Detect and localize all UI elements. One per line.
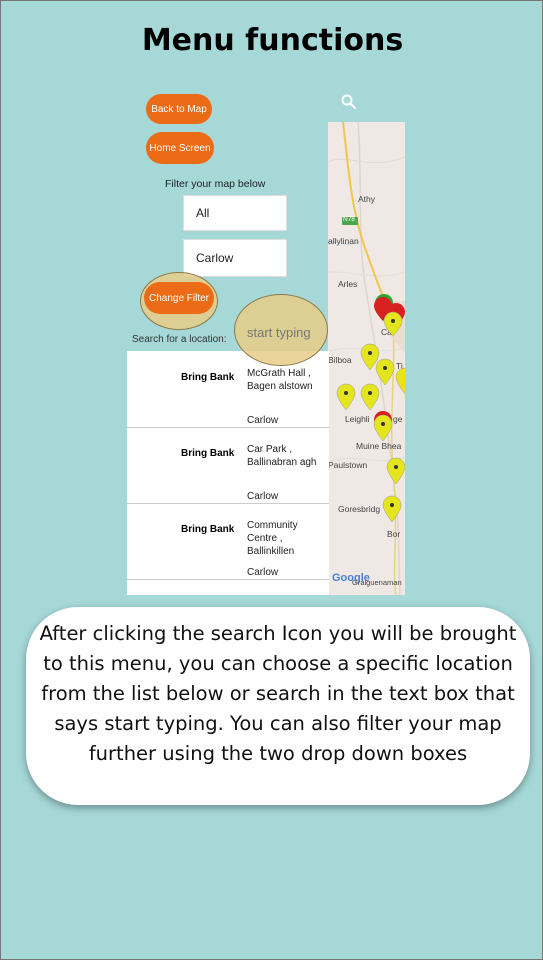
results-list[interactable]: Bring Bank McGrath Hall , Bagen alstown … xyxy=(127,351,329,595)
back-to-map-button[interactable]: Back to Map xyxy=(146,94,212,124)
filter-county-dropdown[interactable]: Carlow xyxy=(183,239,287,277)
result-county: Carlow xyxy=(247,415,279,426)
map-markers xyxy=(336,294,405,523)
map-view[interactable]: Athy N78 allylinan Arles Ca Bilboa Ti Le… xyxy=(328,122,405,595)
filter-label: Filter your map below xyxy=(165,178,266,190)
result-county: Carlow xyxy=(247,491,279,502)
caption-text: After clicking the search Icon you will … xyxy=(39,622,517,765)
change-filter-button[interactable]: Change Filter xyxy=(144,282,214,314)
list-item[interactable]: Bring Bank Car Park , Ballinabran agh Ca… xyxy=(127,427,329,504)
filter-county-value: Carlow xyxy=(196,251,234,265)
search-location-label: Search for a location: xyxy=(132,334,227,345)
filter-all-dropdown[interactable]: All xyxy=(183,195,287,231)
search-input[interactable]: start typing xyxy=(247,325,311,340)
result-address: McGrath Hall , Bagen alstown xyxy=(247,368,313,392)
list-item[interactable]: Bring Bank Community Centre , Ballinkill… xyxy=(127,503,329,580)
home-screen-button[interactable]: Home Screen xyxy=(146,132,214,164)
result-county: Carlow xyxy=(247,567,279,578)
result-address: Community Centre , Ballinkillen xyxy=(247,520,298,557)
page-title: Menu functions xyxy=(141,23,404,58)
result-address: Car Park , Ballinabran agh xyxy=(247,444,317,468)
result-name: Bring Bank xyxy=(181,448,235,459)
result-name: Bring Bank xyxy=(181,524,235,535)
caption-bubble: After clicking the search Icon you will … xyxy=(26,607,530,805)
map-marker-icon xyxy=(336,294,405,523)
filter-all-value: All xyxy=(196,206,210,220)
result-name: Bring Bank xyxy=(181,372,235,383)
map-place-graiguenamanagh: Graiguenaman xyxy=(352,578,402,587)
search-icon[interactable] xyxy=(340,93,358,111)
